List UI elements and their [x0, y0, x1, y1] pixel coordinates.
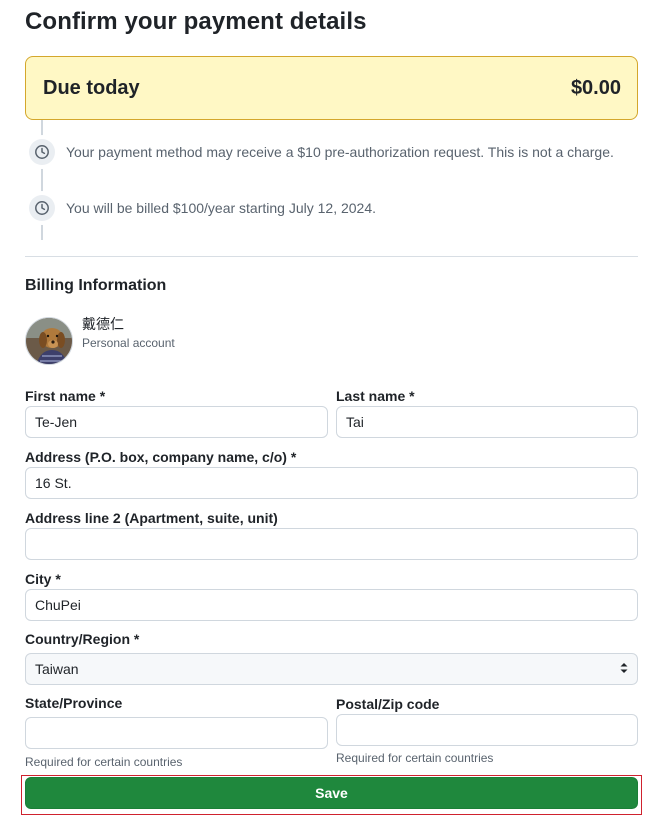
- due-today-label: Due today: [43, 76, 140, 99]
- payment-confirm-page: Confirm your payment details Due today $…: [0, 0, 652, 827]
- clock-icon: [25, 191, 59, 225]
- first-name-field[interactable]: [25, 406, 328, 438]
- due-today-amount: $0.00: [570, 76, 621, 99]
- postal-hint: Required for certain countries: [336, 751, 494, 765]
- timeline-item-billing: You will be billed $100/year starting Ju…: [25, 191, 376, 225]
- address-label: Address (P.O. box, company name, c/o) *: [25, 449, 297, 465]
- last-name-label: Last name *: [336, 388, 415, 404]
- country-selected-value: Taiwan: [35, 661, 79, 677]
- account-type: Personal account: [82, 336, 175, 350]
- page-title: Confirm your payment details: [25, 8, 367, 35]
- select-arrows-icon: [619, 661, 629, 678]
- state-label: State/Province: [25, 695, 123, 711]
- country-label: Country/Region *: [25, 631, 140, 647]
- last-name-field[interactable]: [336, 406, 638, 438]
- clock-icon: [25, 135, 59, 169]
- city-label: City *: [25, 571, 61, 587]
- postal-field[interactable]: [336, 714, 638, 746]
- address2-field[interactable]: [25, 528, 638, 560]
- billing-section-title: Billing Information: [25, 277, 167, 294]
- city-field[interactable]: [25, 589, 638, 621]
- due-today-banner: Due today $0.00: [25, 56, 638, 120]
- state-hint: Required for certain countries: [25, 755, 183, 769]
- timeline-item-preauth: Your payment method may receive a $10 pr…: [25, 135, 614, 169]
- postal-label: Postal/Zip code: [336, 696, 440, 712]
- address-field[interactable]: [25, 467, 638, 499]
- section-divider: [25, 256, 638, 257]
- avatar: [25, 317, 73, 365]
- save-button[interactable]: Save: [25, 777, 638, 809]
- account-name: 戴德仁: [82, 316, 124, 332]
- state-field[interactable]: [25, 717, 328, 749]
- country-select[interactable]: Taiwan: [25, 653, 638, 685]
- first-name-label: First name *: [25, 388, 106, 404]
- timeline-text: You will be billed $100/year starting Ju…: [66, 200, 377, 216]
- timeline-text: Your payment method may receive a $10 pr…: [66, 144, 614, 160]
- address2-label: Address line 2 (Apartment, suite, unit): [25, 510, 278, 526]
